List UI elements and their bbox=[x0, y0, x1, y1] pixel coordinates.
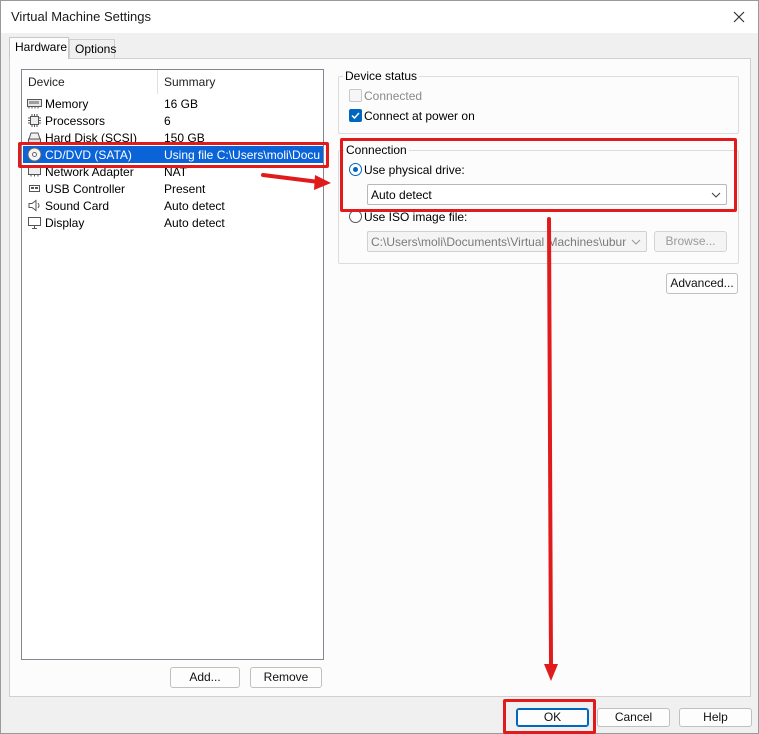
connection-label: Connection bbox=[344, 143, 409, 157]
device-row-cd-dvd[interactable]: CD/DVD (SATA) Using file C:\Users\moli\D… bbox=[23, 146, 323, 163]
device-row-sound-card[interactable]: Sound Card Auto detect bbox=[23, 197, 323, 214]
device-summary: Auto detect bbox=[164, 199, 225, 213]
device-summary: 16 GB bbox=[164, 97, 199, 111]
device-name: Sound Card bbox=[45, 199, 110, 213]
device-summary: Present bbox=[164, 182, 206, 196]
device-status-group bbox=[338, 76, 739, 134]
device-name: Processors bbox=[45, 114, 106, 128]
device-status-label: Device status bbox=[343, 69, 420, 83]
hard-disk-icon bbox=[28, 132, 41, 144]
device-summary: Using file C:\Users\moli\Docu... bbox=[164, 148, 320, 162]
browse-button[interactable]: Browse... bbox=[654, 231, 727, 252]
cancel-button[interactable]: Cancel bbox=[597, 708, 670, 727]
tab-options[interactable]: Options bbox=[69, 39, 116, 59]
vm-settings-dialog: Virtual Machine Settings Hardware Option… bbox=[0, 0, 759, 734]
device-summary: 150 GB bbox=[164, 131, 205, 145]
device-name: CD/DVD (SATA) bbox=[45, 148, 132, 162]
connect-at-power-on-checkbox[interactable] bbox=[349, 109, 362, 122]
ok-button[interactable]: OK bbox=[516, 708, 589, 727]
help-button[interactable]: Help bbox=[679, 708, 752, 727]
device-row-hard-disk[interactable]: Hard Disk (SCSI) 150 GB bbox=[23, 129, 323, 146]
use-physical-drive-radio[interactable] bbox=[349, 163, 362, 176]
device-row-processors[interactable]: Processors 6 bbox=[23, 112, 323, 129]
processor-icon bbox=[28, 114, 41, 127]
iso-path-select[interactable]: C:\Users\moli\Documents\Virtual Machines… bbox=[367, 231, 647, 252]
remove-device-button[interactable]: Remove bbox=[250, 667, 322, 688]
memory-icon bbox=[27, 99, 42, 109]
iso-path-value: C:\Users\moli\Documents\Virtual Machines… bbox=[371, 235, 626, 249]
network-adapter-icon bbox=[28, 167, 41, 177]
display-icon bbox=[28, 217, 41, 229]
device-column-header[interactable]: Device bbox=[22, 70, 158, 94]
device-name: Display bbox=[45, 216, 85, 230]
advanced-button[interactable]: Advanced... bbox=[666, 273, 738, 294]
window-title: Virtual Machine Settings bbox=[11, 9, 151, 24]
device-name: USB Controller bbox=[45, 182, 126, 196]
device-summary: Auto detect bbox=[164, 216, 225, 230]
chevron-down-icon bbox=[711, 192, 721, 198]
use-iso-image-label: Use ISO image file: bbox=[364, 210, 468, 224]
device-name: Memory bbox=[45, 97, 89, 111]
close-button[interactable] bbox=[726, 5, 752, 29]
device-name: Network Adapter bbox=[45, 165, 134, 179]
chevron-down-icon bbox=[631, 239, 641, 245]
device-list[interactable]: Device Summary Memory 16 GB Processors 6 bbox=[21, 69, 324, 660]
close-icon bbox=[733, 11, 745, 23]
checkmark-icon bbox=[351, 112, 360, 120]
sound-card-icon bbox=[28, 199, 40, 212]
usb-icon bbox=[29, 185, 40, 192]
use-iso-image-radio[interactable] bbox=[349, 210, 362, 223]
cd-dvd-icon bbox=[27, 147, 42, 162]
device-row-network-adapter[interactable]: Network Adapter NAT bbox=[23, 163, 323, 180]
device-row-memory[interactable]: Memory 16 GB bbox=[23, 95, 323, 112]
connect-at-power-on-label: Connect at power on bbox=[364, 109, 475, 123]
tab-hardware[interactable]: Hardware bbox=[9, 37, 69, 59]
device-name: Hard Disk (SCSI) bbox=[45, 131, 138, 145]
device-summary: NAT bbox=[164, 165, 188, 179]
physical-drive-value: Auto detect bbox=[371, 188, 432, 202]
device-row-usb-controller[interactable]: USB Controller Present bbox=[23, 180, 323, 197]
connected-label: Connected bbox=[364, 89, 423, 103]
title-bar: Virtual Machine Settings bbox=[1, 1, 758, 33]
connected-checkbox[interactable] bbox=[349, 89, 362, 102]
add-device-button[interactable]: Add... bbox=[170, 667, 240, 688]
use-physical-drive-label: Use physical drive: bbox=[364, 163, 465, 177]
summary-column-header[interactable]: Summary bbox=[158, 70, 323, 94]
device-summary: 6 bbox=[164, 114, 171, 128]
physical-drive-select[interactable]: Auto detect bbox=[367, 184, 727, 205]
device-row-display[interactable]: Display Auto detect bbox=[23, 214, 323, 231]
